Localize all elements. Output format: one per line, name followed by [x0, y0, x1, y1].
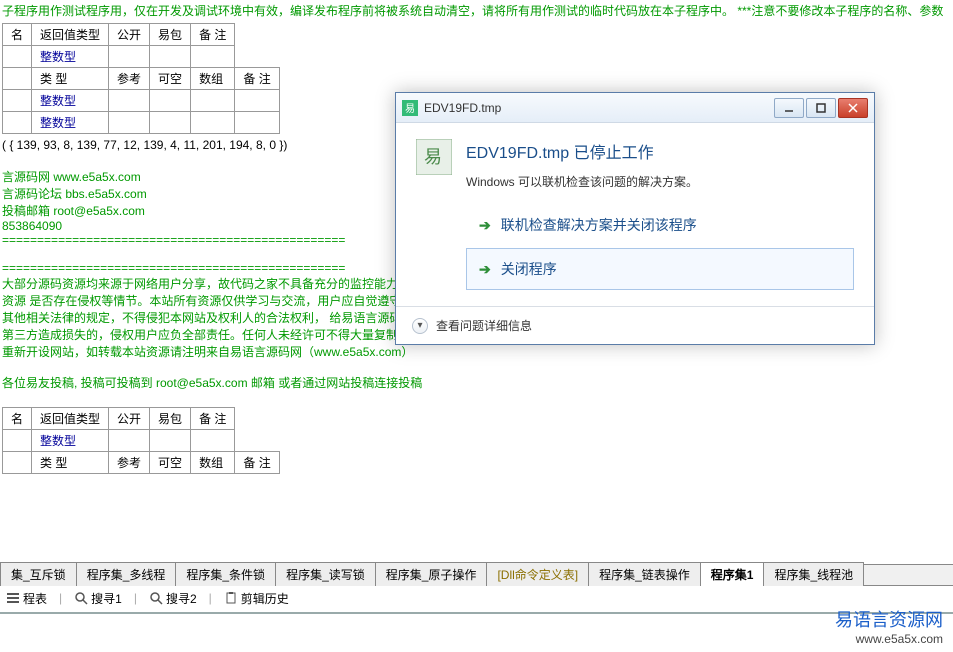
- type-link[interactable]: 整数型: [32, 112, 109, 134]
- dialog-titlebar[interactable]: 易 EDV19FD.tmp: [396, 93, 874, 123]
- tab-multithread[interactable]: 程序集_多线程: [76, 562, 177, 586]
- table-row[interactable]: 整数型: [3, 430, 280, 452]
- th-note: 备 注: [191, 24, 235, 46]
- program-icon: 易: [416, 139, 452, 175]
- th-public: 公开: [109, 24, 150, 46]
- tab-mutex[interactable]: 集_互斥锁: [0, 562, 77, 586]
- arrow-icon: ➔: [479, 261, 491, 278]
- dialog-window-title: EDV19FD.tmp: [424, 101, 774, 115]
- tab-atomic[interactable]: 程序集_原子操作: [375, 562, 488, 586]
- type-link[interactable]: 整数型: [32, 46, 109, 68]
- submit-line: 各位易友投稿, 投稿可投稿到 root@e5a5x.com 邮箱 或者通过网站投…: [2, 374, 951, 391]
- tab-rwlock[interactable]: 程序集_读写锁: [275, 562, 376, 586]
- bottom-toolbar: 程表 | 搜寻1 | 搜寻2 | 剪辑历史: [0, 586, 953, 610]
- th-epack: 易包: [150, 24, 191, 46]
- module-tabs: 集_互斥锁 程序集_多线程 程序集_条件锁 程序集_读写锁 程序集_原子操作 […: [0, 564, 953, 586]
- view-details-toggle[interactable]: ▾ 查看问题详细信息: [396, 306, 874, 344]
- dialog-message: Windows 可以联机检查该问题的解决方案。: [466, 173, 854, 190]
- chevron-down-icon: ▾: [412, 318, 428, 334]
- app-icon: 易: [402, 100, 418, 116]
- tab-dll[interactable]: [Dll命令定义表]: [486, 562, 589, 586]
- close-button[interactable]: [838, 98, 868, 118]
- table-row[interactable]: 整数型: [3, 90, 280, 112]
- search1-button[interactable]: 搜寻1: [74, 590, 122, 607]
- divider: [0, 612, 953, 614]
- search-icon: [149, 591, 163, 605]
- th-rettype: 返回值类型: [32, 24, 109, 46]
- option-check-online[interactable]: ➔ 联机检查解决方案并关闭该程序: [466, 204, 854, 246]
- tab-condlock[interactable]: 程序集_条件锁: [175, 562, 276, 586]
- dialog-title: EDV19FD.tmp 已停止工作: [466, 139, 854, 163]
- type-link[interactable]: 整数型: [32, 430, 109, 452]
- search-icon: [74, 591, 88, 605]
- definition-table-2: 名 返回值类型 公开 易包 备 注 整数型 类 型 参考 可空 数组 备 注: [2, 407, 280, 474]
- tab-set1[interactable]: 程序集1: [700, 562, 765, 586]
- brand-text: 易语言资源网: [835, 606, 943, 632]
- brand-url: www.e5a5x.com: [835, 632, 943, 646]
- tab-threadpool[interactable]: 程序集_线程池: [763, 562, 864, 586]
- option-close-program[interactable]: ➔ 关闭程序: [466, 248, 854, 290]
- watermark: 易语言资源网 www.e5a5x.com: [835, 606, 943, 646]
- clip-history-button[interactable]: 剪辑历史: [224, 590, 289, 607]
- disclaimer-line: 重新开设网站，如转载本站资源请注明来自易语言源码网（www.e5a5x.com）: [2, 343, 951, 360]
- definition-table-1: 名 返回值类型 公开 易包 备 注 整数型 类 型 参考 可空 数组 备 注 整…: [2, 23, 280, 134]
- list-icon: [6, 591, 20, 605]
- table-row[interactable]: 整数型: [3, 112, 280, 134]
- tab-linkedlist[interactable]: 程序集_链表操作: [588, 562, 701, 586]
- clipboard-icon: [224, 591, 238, 605]
- proc-table-button[interactable]: 程表: [6, 590, 47, 607]
- maximize-button[interactable]: [806, 98, 836, 118]
- arrow-icon: ➔: [479, 217, 491, 234]
- minimize-button[interactable]: [774, 98, 804, 118]
- svg-text:易: 易: [424, 147, 442, 167]
- search2-button[interactable]: 搜寻2: [149, 590, 197, 607]
- table-row[interactable]: 整数型: [3, 46, 280, 68]
- header-comment: 子程序用作测试程序用，仅在开发及调试环境中有效，编译发布程序前将被系统自动清空，…: [2, 0, 951, 21]
- svg-text:易: 易: [405, 103, 415, 115]
- crash-dialog: 易 EDV19FD.tmp 易 EDV19FD.tmp 已停止工作 Window…: [395, 92, 875, 345]
- type-link[interactable]: 整数型: [32, 90, 109, 112]
- th-name: 名: [3, 24, 32, 46]
